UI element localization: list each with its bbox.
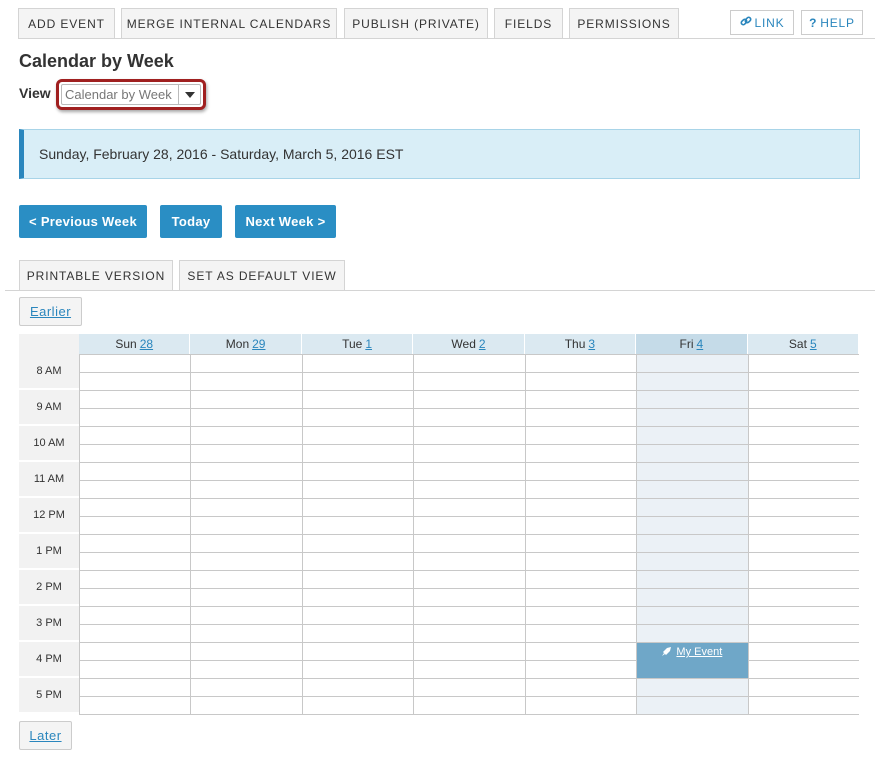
link-button[interactable]: LINK — [730, 10, 794, 35]
hour-label: 2 PM — [19, 570, 79, 606]
next-week-button[interactable]: Next Week > — [235, 205, 336, 238]
grid-line — [79, 354, 859, 355]
day-name: Tue — [342, 337, 363, 351]
link-icon — [740, 15, 752, 30]
calendar-event[interactable]: My Event — [637, 643, 748, 678]
day-name: Thu — [564, 337, 586, 351]
tab-fields[interactable]: FIELDS — [494, 8, 563, 39]
subtabs-divider — [5, 290, 875, 291]
grid-line — [79, 408, 859, 409]
rocket-icon — [662, 646, 672, 678]
week-range-banner: Sunday, February 28, 2016 - Saturday, Ma… — [19, 129, 860, 179]
view-select-value: Calendar by Week — [65, 87, 172, 102]
day-header-sun: Sun 28 — [79, 334, 191, 354]
day-header-sat: Sat 5 — [747, 334, 859, 354]
grid-line — [79, 552, 859, 553]
week-range-text: Sunday, February 28, 2016 - Saturday, Ma… — [39, 146, 404, 162]
day-name: Wed — [451, 337, 476, 351]
hour-label: 4 PM — [19, 642, 79, 678]
day-name: Mon — [225, 337, 250, 351]
grid-line — [79, 444, 859, 445]
set-as-default-view-tab[interactable]: SET AS DEFAULT VIEW — [179, 260, 345, 291]
day-date-link[interactable]: 1 — [365, 337, 372, 351]
day-date-link[interactable]: 29 — [252, 337, 265, 351]
hour-label: 5 PM — [19, 678, 79, 714]
calendar-header: Sun 28 Mon 29 Tue 1 Wed 2 Thu 3 Fri 4 Sat 5 — [19, 334, 859, 354]
grid-line — [79, 588, 859, 589]
view-select[interactable]: Calendar by Week — [56, 79, 206, 110]
hour-label: 12 PM — [19, 498, 79, 534]
day-date-link[interactable]: 4 — [697, 337, 704, 351]
chevron-down-icon — [178, 85, 200, 104]
day-header-wed: Wed 2 — [413, 334, 525, 354]
tab-permissions[interactable]: PERMISSIONS — [569, 8, 679, 39]
view-label: View — [19, 85, 51, 101]
view-select-box: Calendar by Week — [61, 84, 201, 105]
toolbar-divider — [18, 38, 875, 39]
day-header-mon: Mon 29 — [190, 334, 302, 354]
hour-label: 3 PM — [19, 606, 79, 642]
day-header-fri: Fri 4 — [636, 334, 748, 354]
day-date-link[interactable]: 28 — [140, 337, 153, 351]
grid-line — [79, 570, 859, 571]
grid-line — [79, 426, 859, 427]
grid-line — [79, 678, 859, 679]
page-title: Calendar by Week — [19, 51, 174, 71]
hour-label: 8 AM — [19, 354, 79, 390]
day-name: Sun — [115, 337, 137, 351]
today-button[interactable]: Today — [160, 205, 222, 238]
grid-line — [79, 696, 859, 697]
grid-line — [79, 624, 859, 625]
day-date-link[interactable]: 5 — [810, 337, 817, 351]
help-button[interactable]: ? HELP — [801, 10, 863, 35]
tab-merge-internal-calendars[interactable]: MERGE INTERNAL CALENDARS — [121, 8, 337, 39]
event-title: My Event — [676, 646, 723, 658]
grid-line — [79, 534, 859, 535]
top-toolbar: ADD EVENT MERGE INTERNAL CALENDARS PUBLI… — [0, 0, 875, 40]
day-date-link[interactable]: 3 — [588, 337, 595, 351]
grid-line — [79, 498, 859, 499]
calendar-header-corner — [19, 334, 79, 354]
hour-label: 11 AM — [19, 462, 79, 498]
grid-line — [79, 462, 859, 463]
help-button-label: HELP — [820, 15, 855, 30]
day-date-link[interactable]: 2 — [479, 337, 486, 351]
day-name: Fri — [679, 337, 694, 351]
printable-version-tab[interactable]: PRINTABLE VERSION — [19, 260, 173, 291]
grid-line — [79, 714, 859, 715]
day-name: Sat — [788, 337, 807, 351]
day-header-thu: Thu 3 — [524, 334, 637, 354]
tab-add-event[interactable]: ADD EVENT — [18, 8, 115, 39]
hour-label: 9 AM — [19, 390, 79, 426]
earlier-button[interactable]: Earlier — [19, 297, 82, 326]
help-icon: ? — [809, 15, 818, 30]
hour-label: 10 AM — [19, 426, 79, 462]
previous-week-button[interactable]: < Previous Week — [19, 205, 147, 238]
hour-label: 1 PM — [19, 534, 79, 570]
link-button-label: LINK — [754, 15, 785, 30]
later-button[interactable]: Later — [19, 721, 72, 750]
calendar-grid: My Event — [79, 354, 859, 715]
grid-line — [79, 480, 859, 481]
grid-line — [79, 516, 859, 517]
grid-line — [79, 372, 859, 373]
grid-line — [79, 390, 859, 391]
grid-line — [79, 606, 859, 607]
tab-publish-private[interactable]: PUBLISH (PRIVATE) — [344, 8, 488, 39]
day-header-tue: Tue 1 — [301, 334, 414, 354]
